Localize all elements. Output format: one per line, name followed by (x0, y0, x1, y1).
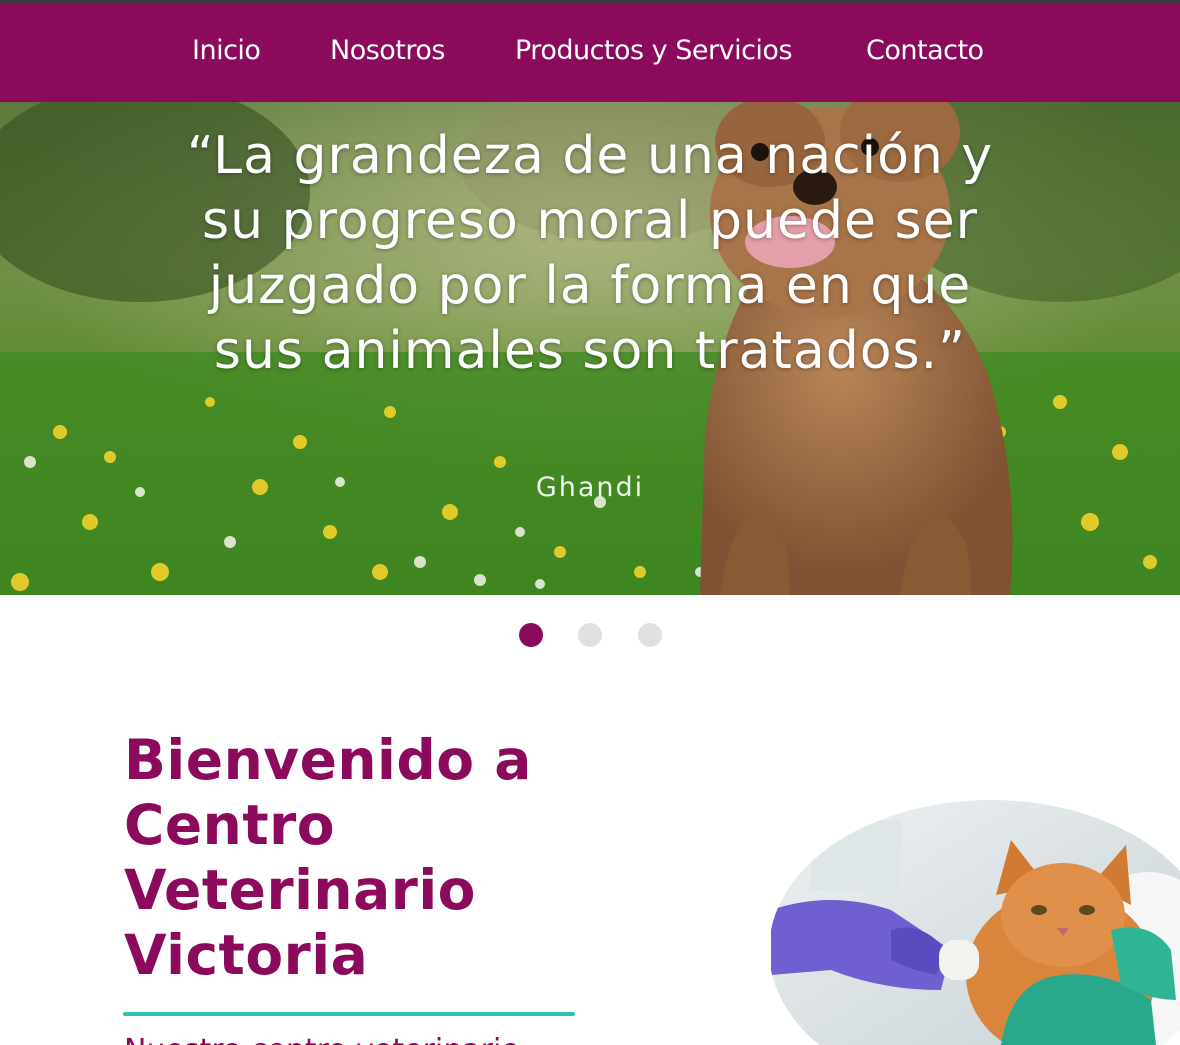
welcome-heading: Bienvenido a Centro Veterinario Victoria (124, 728, 532, 987)
carousel-indicators (519, 623, 664, 647)
hero-carousel: “La grandeza de una nación y su progreso… (0, 102, 1180, 595)
nav-link-productos-servicios[interactable]: Productos y Servicios (515, 33, 793, 69)
carousel-dot-3[interactable] (638, 623, 662, 647)
carousel-dot-1[interactable] (519, 623, 543, 647)
nav-link-inicio[interactable]: Inicio (192, 33, 261, 69)
heading-underline (123, 1012, 575, 1016)
carousel-dot-2[interactable] (578, 623, 602, 647)
nav-link-contacto[interactable]: Contacto (866, 33, 984, 69)
cat-vet-photo (771, 800, 1180, 1045)
main-navigation: Inicio Nosotros Productos y Servicios Co… (0, 3, 1180, 102)
hero-quote: “La grandeza de una nación y su progreso… (186, 126, 994, 381)
welcome-intro-text: Nuestro centro veterinario (124, 1031, 624, 1045)
nav-link-nosotros[interactable]: Nosotros (330, 33, 445, 69)
quote-author: Ghandi (535, 472, 645, 503)
